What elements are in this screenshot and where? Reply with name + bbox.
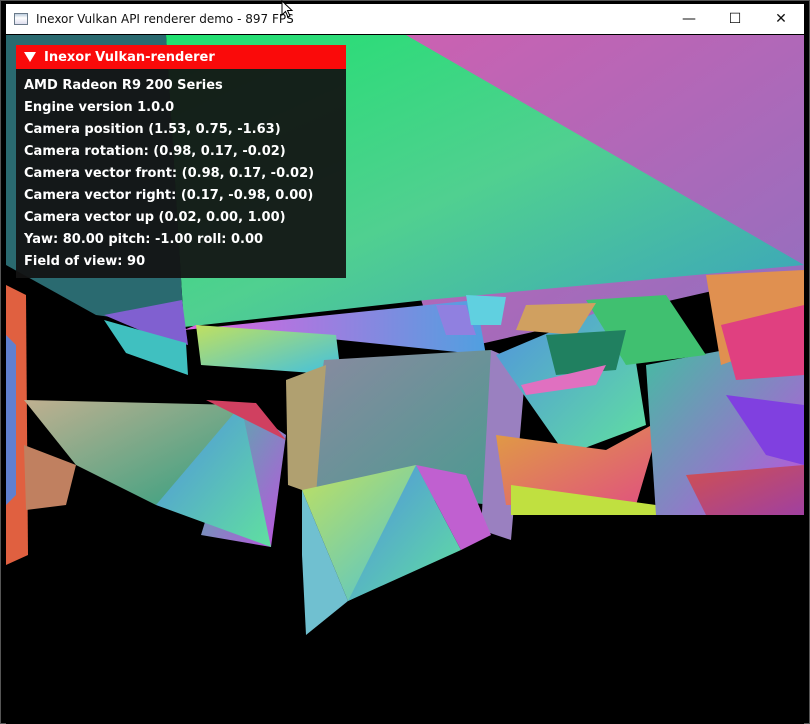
maximize-button[interactable]: ☐ [712, 4, 758, 34]
app-window: Inexor Vulkan API renderer demo - 897 FP… [0, 0, 810, 724]
camera-up-text: Camera vector up (0.02, 0.00, 1.00) [24, 210, 286, 225]
minimize-button[interactable]: — [666, 4, 712, 34]
camera-rotation-text: Camera rotation: (0.98, 0.17, -0.02) [24, 144, 286, 159]
collapse-triangle-icon[interactable] [24, 52, 36, 62]
close-button[interactable]: ✕ [758, 4, 804, 34]
mouse-cursor-icon [281, 0, 294, 18]
camera-position-text: Camera position (1.53, 0.75, -1.63) [24, 122, 281, 137]
gpu-name-text: AMD Radeon R9 200 Series [24, 78, 223, 93]
yaw-pitch-roll-text: Yaw: 80.00 pitch: -1.00 roll: 0.00 [24, 232, 264, 247]
overlay-title: Inexor Vulkan-renderer [44, 49, 215, 65]
debug-overlay-panel: Inexor Vulkan-renderer AMD Radeon R9 200… [16, 45, 346, 278]
overlay-header[interactable]: Inexor Vulkan-renderer [16, 45, 346, 69]
camera-right-text: Camera vector right: (0.17, -0.98, 0.00) [24, 188, 314, 203]
field-of-view-text: Field of view: 90 [24, 254, 146, 269]
title-bar[interactable]: Inexor Vulkan API renderer demo - 897 FP… [6, 4, 804, 34]
window-app-icon [14, 13, 28, 25]
window-title: Inexor Vulkan API renderer demo - 897 FP… [36, 12, 294, 26]
camera-front-text: Camera vector front: (0.98, 0.17, -0.02) [24, 166, 315, 181]
engine-version-text: Engine version 1.0.0 [24, 100, 175, 115]
